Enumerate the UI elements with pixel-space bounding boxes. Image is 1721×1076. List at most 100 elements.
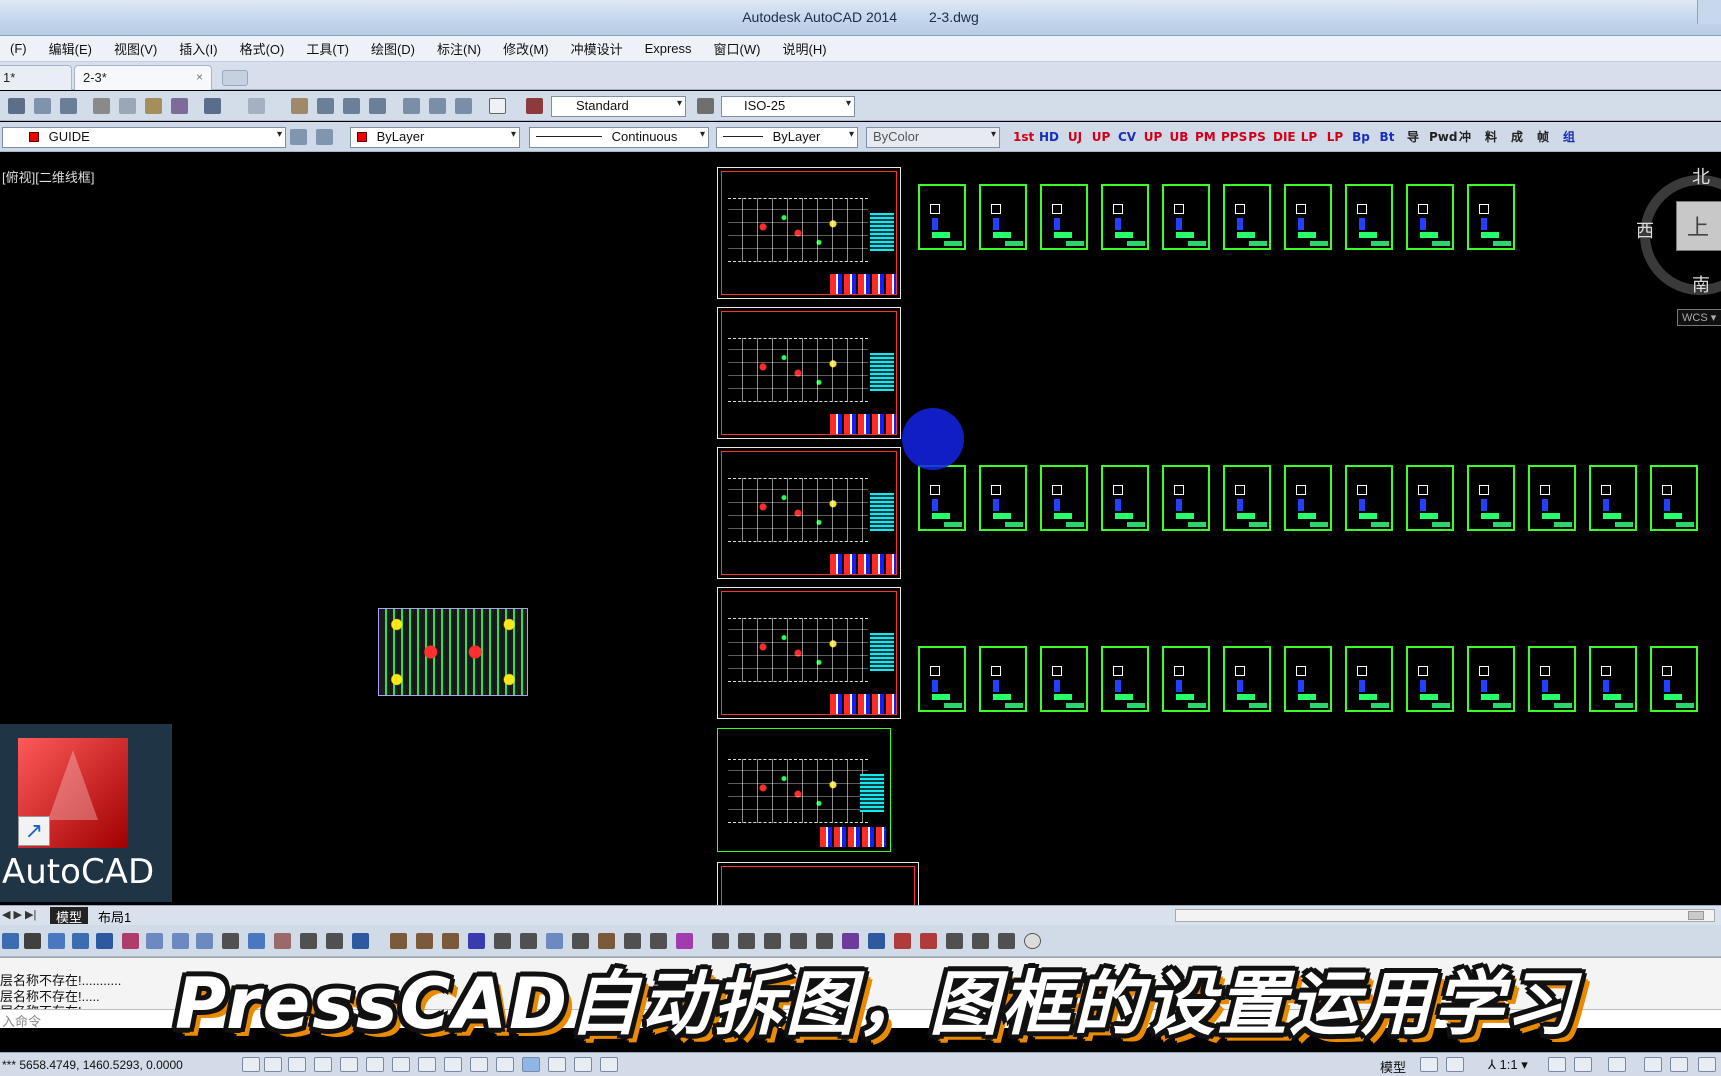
menu-tools[interactable]: 工具(T): [296, 39, 361, 58]
layer-select[interactable]: GUIDE ▾: [2, 127, 286, 148]
part-frame[interactable]: [918, 646, 966, 712]
viewcube-north[interactable]: 北: [1692, 163, 1710, 189]
draw-tool-icon[interactable]: [2, 933, 19, 949]
viewcube-top-face[interactable]: 上: [1676, 201, 1721, 251]
menu-die-design[interactable]: 冲模设计: [561, 39, 635, 58]
color-select[interactable]: ByLayer ▾: [350, 127, 520, 148]
grid-display-icon[interactable]: [288, 1057, 306, 1072]
part-frame[interactable]: [1528, 646, 1576, 712]
dimension-tool-icon[interactable]: [764, 933, 781, 949]
dimension-tool-icon[interactable]: [972, 933, 989, 949]
part-frame[interactable]: [1223, 184, 1271, 250]
circle-tool-icon[interactable]: [146, 933, 163, 949]
dynamic-input-icon[interactable]: [470, 1057, 488, 1072]
dimension-tool-icon[interactable]: [738, 933, 755, 949]
presscad-tool-pm[interactable]: PM: [1195, 129, 1216, 146]
drawing-canvas[interactable]: [俯视][二维线框] 上 北 西 南 WCS ▾ ↗ AutoCAD: [0, 153, 1721, 905]
presscad-tool-guide[interactable]: 导: [1403, 129, 1423, 146]
transparency-icon[interactable]: [522, 1057, 540, 1072]
part-frame[interactable]: [1528, 465, 1576, 531]
part-frame[interactable]: [1345, 646, 1393, 712]
menu-edit[interactable]: 编辑(E): [39, 39, 104, 58]
part-frame[interactable]: [1162, 646, 1210, 712]
presscad-tool-lp2[interactable]: LP: [1325, 129, 1345, 146]
3d-object-snap-icon[interactable]: [392, 1057, 410, 1072]
presscad-tool-punch[interactable]: 冲: [1455, 129, 1475, 146]
modify-tool-icon[interactable]: [650, 933, 667, 949]
modify-tool-icon[interactable]: [676, 933, 693, 949]
horizontal-scrollbar[interactable]: [1175, 909, 1715, 922]
tab-drawing-1[interactable]: 1*: [0, 65, 72, 90]
dimension-tool-icon[interactable]: [894, 933, 911, 949]
presscad-tool-form[interactable]: 成: [1507, 129, 1527, 146]
part-frame[interactable]: [979, 646, 1027, 712]
design-center-icon[interactable]: [429, 98, 446, 114]
part-frame[interactable]: [1284, 465, 1332, 531]
part-frame[interactable]: [1040, 184, 1088, 250]
modify-tool-icon[interactable]: [598, 933, 615, 949]
viewcube-south[interactable]: 南: [1692, 271, 1710, 297]
part-frame[interactable]: [1162, 184, 1210, 250]
menu-draw[interactable]: 绘图(D): [361, 39, 427, 58]
draw-tool-icon[interactable]: [96, 933, 113, 949]
lock-icon[interactable]: [1644, 1057, 1662, 1072]
menu-insert[interactable]: 插入(I): [169, 39, 229, 58]
modify-tool-icon[interactable]: [624, 933, 641, 949]
properties-icon[interactable]: [403, 98, 420, 114]
drawing-frame[interactable]: [717, 728, 891, 852]
close-tab-icon[interactable]: ×: [196, 70, 203, 84]
modify-tool-icon[interactable]: [468, 933, 485, 949]
paste-icon[interactable]: [145, 98, 162, 114]
zoom-realtime-icon[interactable]: [317, 98, 334, 114]
match-properties-icon[interactable]: [171, 98, 188, 114]
presscad-tool-up[interactable]: UP: [1091, 129, 1111, 146]
publish-icon[interactable]: [60, 98, 77, 114]
part-frame[interactable]: [979, 184, 1027, 250]
draw-tool-icon[interactable]: [72, 933, 89, 949]
undo-icon[interactable]: [204, 98, 221, 114]
presscad-tool-material[interactable]: 料: [1481, 129, 1501, 146]
autocad-desktop-icon[interactable]: ↗ AutoCAD: [0, 724, 172, 902]
object-snap-tracking-icon[interactable]: [418, 1057, 436, 1072]
drawing-frame[interactable]: [717, 447, 901, 579]
help-icon[interactable]: [489, 98, 506, 114]
tab-model[interactable]: 模型: [50, 907, 89, 925]
quick-view-drawings-icon[interactable]: [1446, 1057, 1464, 1072]
presscad-tool-ub[interactable]: UB: [1169, 129, 1189, 146]
arc-tool-icon[interactable]: [248, 933, 265, 949]
part-frame[interactable]: [1650, 646, 1698, 712]
part-frame[interactable]: [1345, 465, 1393, 531]
part-frame[interactable]: [1650, 465, 1698, 531]
copy-icon[interactable]: [119, 98, 136, 114]
clean-screen-icon[interactable]: [1698, 1057, 1716, 1072]
lineweight-display-icon[interactable]: [496, 1057, 514, 1072]
plot-icon[interactable]: [8, 98, 25, 114]
menu-help[interactable]: 说明(H): [772, 39, 838, 58]
object-snap-icon[interactable]: [366, 1057, 384, 1072]
part-frame[interactable]: [1589, 646, 1637, 712]
dimension-tool-icon[interactable]: [712, 933, 729, 949]
annotation-monitor-icon[interactable]: [600, 1057, 618, 1072]
plot-style-select[interactable]: ByColor ▾: [866, 127, 1000, 148]
selection-cycling-icon[interactable]: [574, 1057, 592, 1072]
part-frame[interactable]: [1101, 184, 1149, 250]
annotation-scale[interactable]: ⅄ 1:1 ▾: [1488, 1057, 1528, 1073]
presscad-tool-pwd[interactable]: Pwd: [1429, 129, 1457, 146]
part-frame[interactable]: [1284, 646, 1332, 712]
part-frame[interactable]: [1162, 465, 1210, 531]
presscad-tool-uj[interactable]: UJ: [1065, 129, 1085, 146]
part-frame[interactable]: [918, 184, 966, 250]
new-tab-button[interactable]: [222, 70, 248, 86]
part-frame[interactable]: [1101, 646, 1149, 712]
part-frame[interactable]: [1406, 465, 1454, 531]
part-frame[interactable]: [1345, 184, 1393, 250]
menu-express[interactable]: Express: [635, 41, 704, 56]
menu-window[interactable]: 窗口(W): [704, 39, 773, 58]
part-frame[interactable]: [1467, 184, 1515, 250]
presscad-tool-frame[interactable]: 帧: [1533, 129, 1553, 146]
presscad-tool-die[interactable]: DIE: [1273, 129, 1296, 146]
presscad-tool-up2[interactable]: UP: [1143, 129, 1163, 146]
layer-previous-icon[interactable]: [316, 129, 333, 145]
menu-file[interactable]: (F): [0, 41, 39, 56]
dimension-tool-icon[interactable]: [920, 933, 937, 949]
